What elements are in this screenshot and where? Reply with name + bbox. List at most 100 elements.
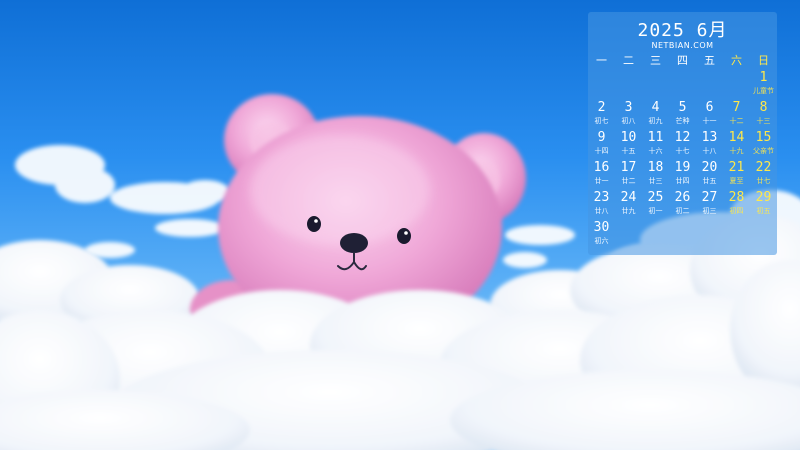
calendar-day: 6 十一 — [696, 100, 723, 130]
lunar-date: 十七 — [675, 147, 690, 155]
lunar-date: 初六 — [594, 237, 609, 245]
day-number: 30 — [593, 220, 610, 235]
calendar-empty-cell — [588, 70, 615, 100]
calendar-grid: 一 二 三 四 五 六 日 1 儿童节 2 初七 3 初八 4 初九 5 芒种 6 十一 7 十二 8 十三 9 十四 10 十五… — [588, 52, 777, 250]
calendar-empty-cell — [615, 70, 642, 100]
calendar-day: 24 廿九 — [615, 190, 642, 220]
calendar-empty-cell — [723, 70, 750, 100]
calendar-empty-cell — [723, 220, 750, 250]
day-number: 14 — [728, 130, 745, 145]
calendar-day: 23 廿八 — [588, 190, 615, 220]
lunar-date: 父亲节 — [753, 147, 774, 155]
weekday-label: 六 — [731, 54, 742, 67]
calendar-day: 7 十二 — [723, 100, 750, 130]
calendar-widget: 2025 6月 NETBIAN.COM 一 二 三 四 五 六 日 1 儿童节 2 初七 3 初八 4 初… — [588, 12, 777, 255]
day-number: 11 — [647, 130, 664, 145]
lunar-date: 初八 — [621, 117, 636, 125]
lunar-date: 十二 — [729, 117, 744, 125]
lunar-date: 廿三 — [648, 177, 663, 185]
lunar-date: 初九 — [648, 117, 663, 125]
lunar-date: 十三 — [756, 117, 771, 125]
day-number: 13 — [701, 130, 718, 145]
day-number: 19 — [674, 160, 691, 175]
day-number: 15 — [755, 130, 772, 145]
weekday-label: 三 — [650, 54, 661, 67]
calendar-day: 20 廿五 — [696, 160, 723, 190]
day-number: 23 — [593, 190, 610, 205]
day-number: 8 — [759, 100, 768, 115]
weekday-label: 五 — [704, 54, 715, 67]
weekday-label: 二 — [623, 54, 634, 67]
calendar-day: 1 儿童节 — [750, 70, 777, 100]
day-number: 16 — [593, 160, 610, 175]
lunar-date: 十一 — [702, 117, 717, 125]
day-number: 27 — [701, 190, 718, 205]
lunar-date: 廿八 — [594, 207, 609, 215]
day-number: 3 — [624, 100, 633, 115]
lunar-date: 十四 — [594, 147, 609, 155]
calendar-day: 2 初七 — [588, 100, 615, 130]
calendar-day: 17 廿二 — [615, 160, 642, 190]
calendar-day: 5 芒种 — [669, 100, 696, 130]
day-number: 21 — [728, 160, 745, 175]
calendar-day: 16 廿一 — [588, 160, 615, 190]
calendar-empty-cell — [642, 220, 669, 250]
calendar-days: 1 儿童节 2 初七 3 初八 4 初九 5 芒种 6 十一 7 十二 8 十三 9 十四 10 十五 11 十六 12 十七… — [588, 70, 777, 250]
lunar-date: 廿四 — [675, 177, 690, 185]
calendar-title: 2025 6月 — [637, 20, 728, 41]
day-number: 6 — [705, 100, 714, 115]
lunar-date: 芒种 — [675, 117, 690, 125]
day-number: 25 — [647, 190, 664, 205]
lunar-date: 十九 — [729, 147, 744, 155]
calendar-day: 25 初一 — [642, 190, 669, 220]
calendar-day: 13 十八 — [696, 130, 723, 160]
day-number: 12 — [674, 130, 691, 145]
calendar-day: 22 廿七 — [750, 160, 777, 190]
day-number: 24 — [620, 190, 637, 205]
calendar-empty-cell — [642, 70, 669, 100]
calendar-day: 30 初六 — [588, 220, 615, 250]
lunar-date: 廿一 — [594, 177, 609, 185]
day-number: 22 — [755, 160, 772, 175]
day-number: 5 — [678, 100, 687, 115]
day-number: 29 — [755, 190, 772, 205]
lunar-date: 十五 — [621, 147, 636, 155]
calendar-empty-cell — [669, 220, 696, 250]
calendar-day: 14 十九 — [723, 130, 750, 160]
lunar-date: 初五 — [756, 207, 771, 215]
calendar-week-row: 1 儿童节 — [588, 70, 777, 100]
lunar-date: 廿九 — [621, 207, 636, 215]
weekday-label: 一 — [596, 54, 607, 67]
calendar-week-row: 2 初七 3 初八 4 初九 5 芒种 6 十一 7 十二 8 十三 — [588, 100, 777, 130]
calendar-day: 26 初二 — [669, 190, 696, 220]
day-number: 17 — [620, 160, 637, 175]
lunar-date: 初七 — [594, 117, 609, 125]
calendar-day: 3 初八 — [615, 100, 642, 130]
day-number: 18 — [647, 160, 664, 175]
lunar-date: 初一 — [648, 207, 663, 215]
day-number: 7 — [732, 100, 741, 115]
calendar-day: 18 廿三 — [642, 160, 669, 190]
calendar-empty-cell — [750, 220, 777, 250]
calendar-empty-cell — [696, 220, 723, 250]
weekday-label: 四 — [677, 54, 688, 67]
calendar-week-row: 16 廿一 17 廿二 18 廿三 19 廿四 20 廿五 21 夏至 22 廿七 — [588, 160, 777, 190]
lunar-date: 十八 — [702, 147, 717, 155]
calendar-day: 8 十三 — [750, 100, 777, 130]
day-number: 9 — [597, 130, 606, 145]
lunar-date: 初四 — [729, 207, 744, 215]
calendar-day: 28 初四 — [723, 190, 750, 220]
calendar-day: 19 廿四 — [669, 160, 696, 190]
day-number: 1 — [759, 70, 768, 85]
calendar-week-row: 30 初六 — [588, 220, 777, 250]
lunar-date: 初二 — [675, 207, 690, 215]
calendar-day: 4 初九 — [642, 100, 669, 130]
lunar-date: 儿童节 — [753, 87, 774, 95]
day-number: 2 — [597, 100, 606, 115]
calendar-day: 21 夏至 — [723, 160, 750, 190]
wallpaper: 2025 6月 NETBIAN.COM 一 二 三 四 五 六 日 1 儿童节 2 初七 3 初八 4 初… — [0, 0, 800, 450]
lunar-date: 十六 — [648, 147, 663, 155]
calendar-weekday-header: 一二三四五六日 — [588, 52, 777, 70]
calendar-day: 9 十四 — [588, 130, 615, 160]
calendar-day: 10 十五 — [615, 130, 642, 160]
